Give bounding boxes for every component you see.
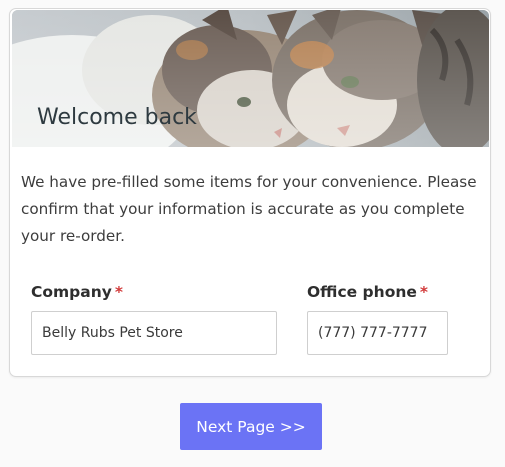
- intro-text: We have pre-filled some items for your c…: [21, 173, 477, 245]
- reorder-form-card: Welcome back We have pre-filled some ite…: [9, 8, 491, 377]
- required-mark: *: [114, 283, 123, 301]
- next-page-button[interactable]: Next Page >>: [180, 403, 322, 450]
- office-phone-label: Office phone *: [307, 283, 428, 301]
- page-title: Welcome back: [37, 105, 197, 130]
- office-phone-label-text: Office phone: [307, 283, 417, 301]
- company-label-text: Company: [31, 283, 112, 301]
- company-field[interactable]: [31, 311, 277, 355]
- required-mark: *: [419, 283, 428, 301]
- hero-banner: Welcome back: [12, 10, 489, 147]
- office-phone-field[interactable]: [307, 311, 448, 355]
- company-label: Company *: [31, 283, 123, 301]
